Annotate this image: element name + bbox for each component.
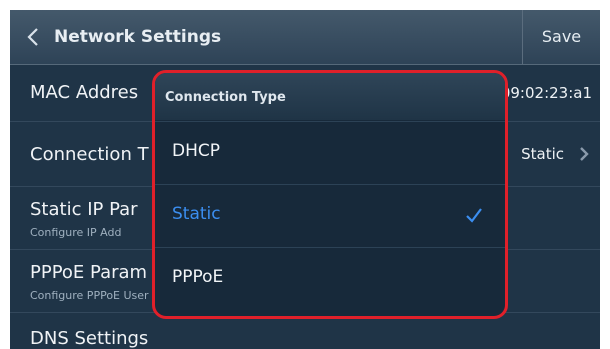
network-settings-screen: Network Settings Save MAC Addres b:09:02…: [10, 10, 600, 349]
header-bar: Network Settings Save: [10, 10, 600, 65]
row-label: MAC Addres: [30, 82, 139, 103]
row-sublabel: Configure IP Add: [30, 226, 122, 239]
option-static[interactable]: Static: [155, 184, 505, 247]
connection-type-popup: Connection Type DHCP Static PPPoE: [152, 70, 508, 319]
row-label: Static IP Par: [30, 199, 138, 220]
connection-type-value: Static: [521, 145, 564, 163]
chevron-right-icon: [580, 147, 589, 161]
back-arrow-icon[interactable]: [24, 26, 44, 48]
checkmark-icon: [466, 208, 482, 223]
option-pppoe[interactable]: PPPoE: [155, 247, 505, 310]
row-label: PPPoE Param: [30, 262, 148, 283]
popup-title-bar: Connection Type: [155, 73, 505, 120]
save-button[interactable]: Save: [523, 10, 600, 64]
row-label: Connection T: [30, 144, 149, 165]
page-title: Network Settings: [54, 27, 222, 47]
option-label: DHCP: [172, 141, 220, 161]
option-label: Static: [172, 204, 221, 224]
option-label: PPPoE: [172, 267, 224, 287]
popup-title: Connection Type: [165, 90, 286, 105]
option-dhcp[interactable]: DHCP: [155, 121, 505, 184]
row-label: DNS Settings: [30, 328, 149, 349]
